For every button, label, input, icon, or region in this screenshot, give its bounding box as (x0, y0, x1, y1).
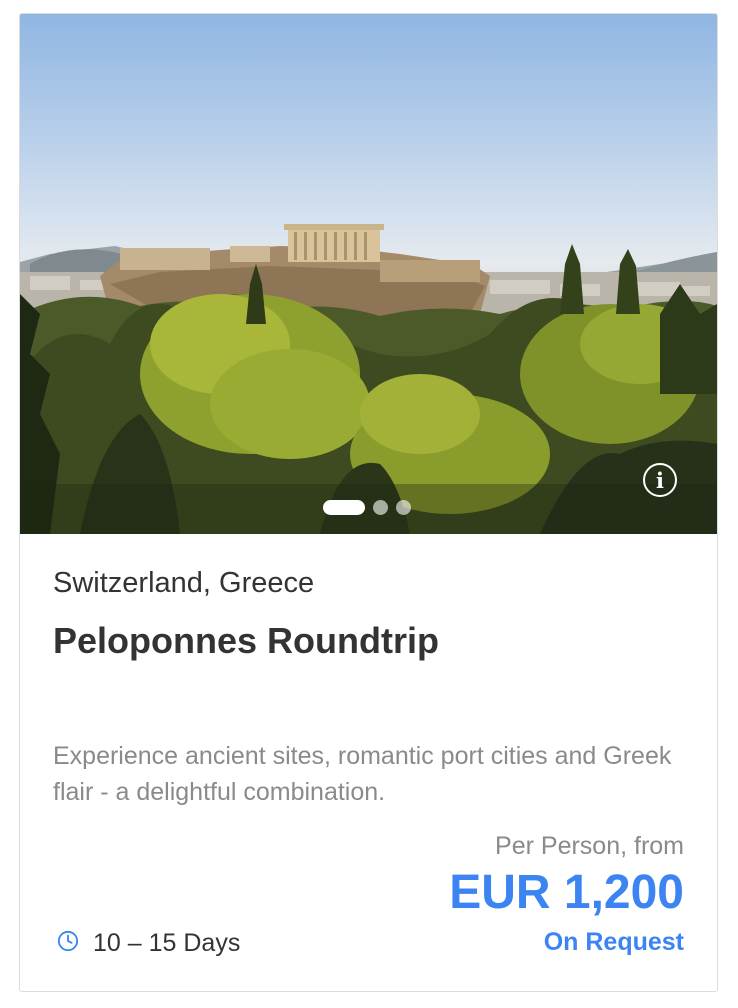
info-icon[interactable]: i (643, 463, 677, 497)
carousel-dot-2[interactable] (373, 499, 388, 515)
price-amount: EUR 1,200 (449, 866, 684, 919)
clock-icon (57, 930, 79, 956)
tour-duration: 10 – 15 Days (57, 926, 240, 960)
tour-description: Experience ancient sites, romantic port … (53, 742, 672, 806)
carousel-indicators (323, 499, 411, 515)
carousel-dot-1[interactable] (323, 499, 365, 515)
tour-title[interactable]: Peloponnes Roundtrip (53, 620, 439, 662)
on-request-link[interactable]: On Request (544, 928, 684, 957)
price-label: Per Person, from (495, 832, 684, 860)
tour-card[interactable]: i Switzerland, Greece Peloponnes Roundtr… (19, 13, 718, 992)
acropolis-photo (20, 224, 717, 534)
duration-label: 10 – 15 Days (93, 928, 241, 957)
carousel-dot-3[interactable] (396, 499, 411, 515)
tour-image-carousel[interactable]: i (20, 14, 717, 534)
tour-location: Switzerland, Greece (53, 567, 315, 599)
